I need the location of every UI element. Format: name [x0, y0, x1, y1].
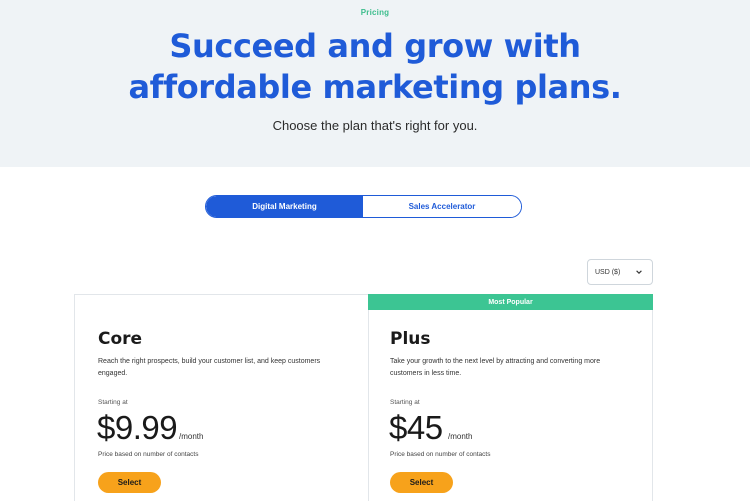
- tab-sales-accelerator[interactable]: Sales Accelerator: [363, 196, 521, 217]
- chevron-down-icon: [636, 270, 642, 274]
- price-period: /month: [179, 432, 204, 441]
- most-popular-badge: Most Popular: [368, 294, 653, 310]
- plan-name: Core: [98, 329, 143, 349]
- plan-description: Take your growth to the next level by at…: [390, 358, 601, 377]
- page-title: Succeed and grow with affordable marketi…: [0, 26, 750, 108]
- price-period: /month: [448, 432, 473, 441]
- price-note: Price based on number of contacts: [98, 451, 199, 458]
- page-subtitle: Choose the plan that's right for you.: [272, 118, 478, 133]
- hero-section: Pricing Succeed and grow with affordable…: [0, 0, 750, 167]
- tab-digital-marketing[interactable]: Digital Marketing: [206, 196, 363, 217]
- starting-at-label: Starting at: [98, 399, 128, 406]
- pricing-eyebrow: Pricing: [360, 8, 390, 17]
- plan-card-plus: Plus Take your growth to the next level …: [368, 294, 653, 501]
- starting-at-label: Starting at: [390, 399, 420, 406]
- price-note: Price based on number of contacts: [390, 451, 491, 458]
- currency-value: USD ($): [595, 268, 621, 276]
- plan-price: $45: [389, 409, 443, 446]
- product-toggle: Digital Marketing Sales Accelerator: [205, 195, 522, 218]
- page-title-line-1: Succeed and grow with: [169, 27, 581, 65]
- plan-name: Plus: [390, 329, 431, 349]
- plan-description: Reach the right prospects, build your cu…: [98, 358, 321, 377]
- select-plus-button[interactable]: Select: [390, 472, 453, 493]
- plan-card-core: Core Reach the right prospects, build yo…: [74, 294, 369, 501]
- plan-price: $9.99: [97, 409, 178, 446]
- select-core-button[interactable]: Select: [98, 472, 161, 493]
- currency-select[interactable]: USD ($): [587, 259, 653, 285]
- page-title-line-2: affordable marketing plans.: [128, 68, 622, 106]
